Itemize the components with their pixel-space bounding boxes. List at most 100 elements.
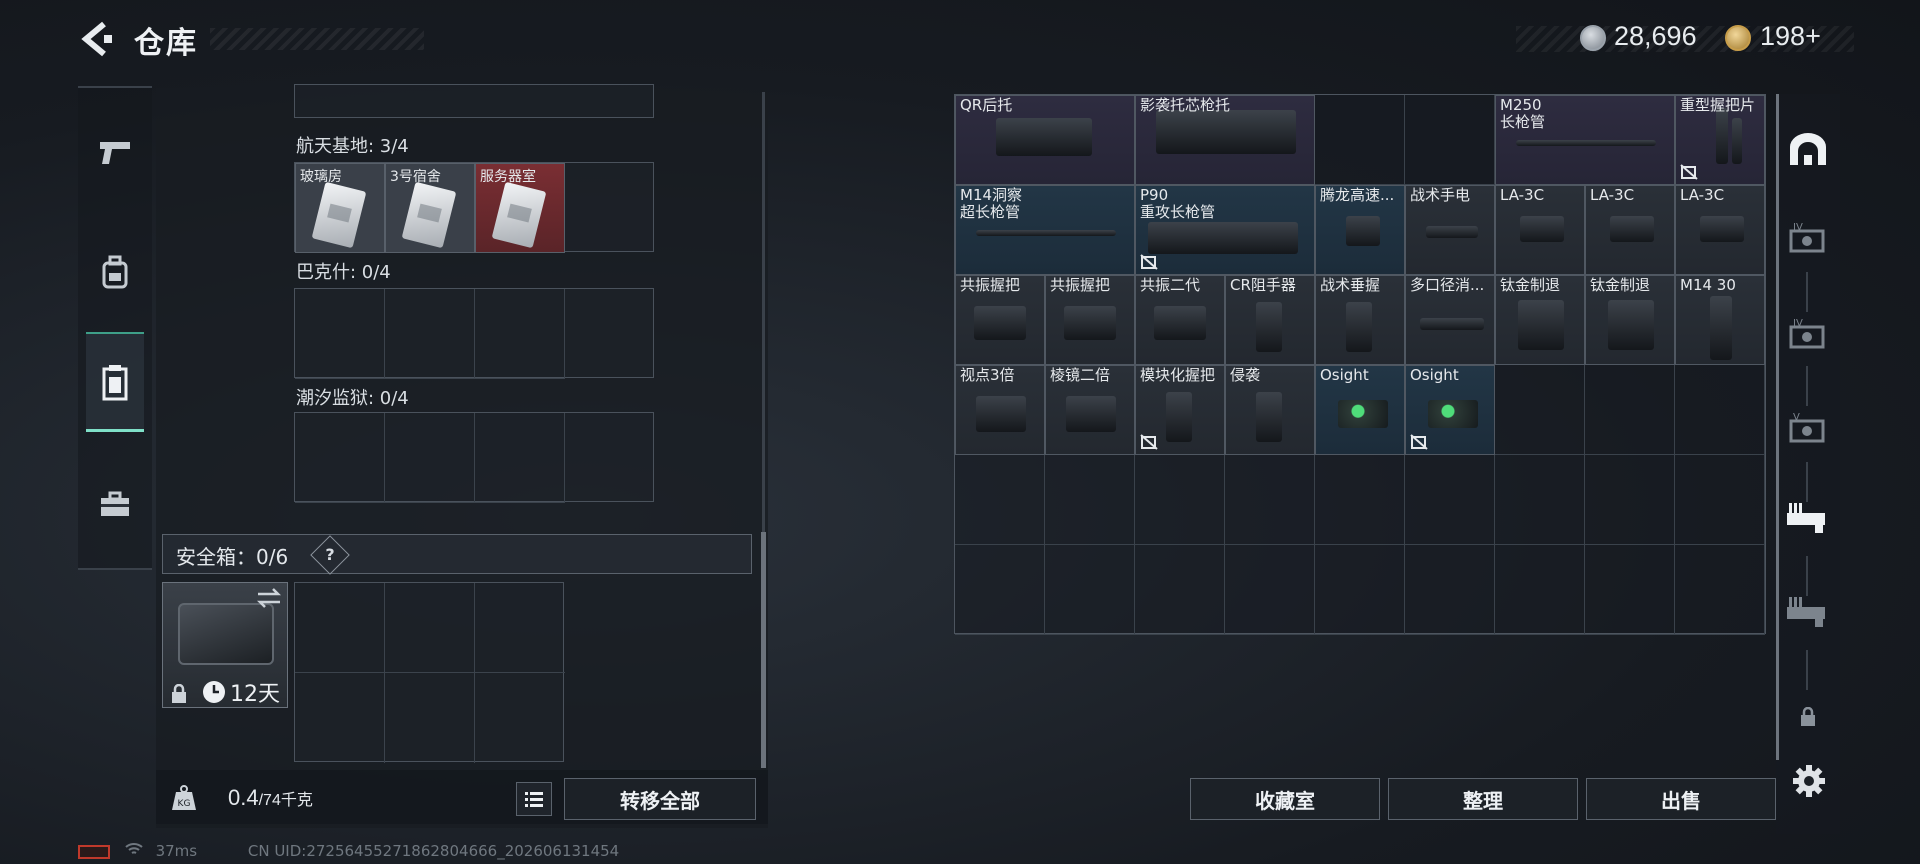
keycard-slot[interactable]: 3号宿舍 xyxy=(385,163,475,253)
tier-tab-active[interactable] xyxy=(1776,474,1840,564)
storage-cell[interactable] xyxy=(1585,545,1675,635)
empty-slot[interactable] xyxy=(385,673,475,763)
item-label: 战术垂握 xyxy=(1320,276,1381,294)
section-label-bakhsh: 巴克什: 0/4 xyxy=(296,262,391,283)
storage-item[interactable]: M250 长枪管 xyxy=(1495,95,1675,185)
storage-cell[interactable] xyxy=(1675,455,1765,545)
item-label: Osight xyxy=(1410,366,1459,384)
storage-item[interactable]: LA-3C xyxy=(1585,185,1675,275)
keycard-slot[interactable]: 玻璃房 xyxy=(295,163,385,253)
empty-slot[interactable] xyxy=(295,583,385,673)
storage-cell[interactable] xyxy=(1405,95,1495,185)
storage-item[interactable]: M14洞察 超长枪管 xyxy=(955,185,1135,275)
empty-slot[interactable] xyxy=(475,413,565,503)
item-label: 共振握把 xyxy=(1050,276,1111,294)
storage-item[interactable]: QR后托 xyxy=(955,95,1135,185)
storage-item[interactable]: 共振二代 xyxy=(1135,275,1225,365)
swap-icon[interactable] xyxy=(256,588,282,612)
empty-slot[interactable] xyxy=(295,673,385,763)
storage-item[interactable]: 共振握把 xyxy=(955,275,1045,365)
storage-cell[interactable] xyxy=(1225,545,1315,635)
item-icon xyxy=(1346,216,1380,246)
storage-cell[interactable] xyxy=(1315,455,1405,545)
storage-cell[interactable] xyxy=(1495,455,1585,545)
tier-tab[interactable]: V xyxy=(1776,384,1840,474)
empty-slot[interactable] xyxy=(295,289,385,379)
storage-cell[interactable] xyxy=(955,545,1045,635)
empty-slot[interactable] xyxy=(475,673,565,763)
storage-cell[interactable] xyxy=(1045,545,1135,635)
storage-item[interactable]: 共振握把 xyxy=(1045,275,1135,365)
storage-item[interactable]: 战术手电 xyxy=(1405,185,1495,275)
storage-cell[interactable] xyxy=(1225,455,1315,545)
storage-item[interactable]: Osight xyxy=(1405,365,1495,455)
transfer-all-button[interactable]: 转移全部 xyxy=(564,778,756,820)
storage-cell[interactable] xyxy=(1495,545,1585,635)
storage-item[interactable]: 视点3倍 xyxy=(955,365,1045,455)
storage-item[interactable]: LA-3C xyxy=(1675,185,1765,275)
storage-cell[interactable] xyxy=(1315,545,1405,635)
weapon-tab[interactable] xyxy=(86,102,144,202)
left-scrollbar-thumb[interactable] xyxy=(761,532,766,768)
backpack-tab[interactable] xyxy=(86,222,144,322)
keycard-icon xyxy=(491,181,547,249)
storage-cell[interactable] xyxy=(955,455,1045,545)
storage-cell[interactable] xyxy=(1135,455,1225,545)
empty-slot[interactable] xyxy=(475,583,565,673)
list-view-button[interactable] xyxy=(516,782,552,816)
organize-button[interactable]: 整理 xyxy=(1388,778,1578,820)
battery-icon xyxy=(78,844,110,859)
tier-tab[interactable]: IV xyxy=(1776,194,1840,284)
storage-cell[interactable] xyxy=(1585,365,1675,455)
empty-slot[interactable] xyxy=(475,289,565,379)
storage-item[interactable]: Osight xyxy=(1315,365,1405,455)
storage-item[interactable]: M14 30 xyxy=(1675,275,1765,365)
storage-cell[interactable] xyxy=(1315,95,1405,185)
storage-page-tab[interactable] xyxy=(1776,104,1840,194)
item-label: 视点3倍 xyxy=(960,366,1015,384)
storage-item[interactable]: 腾龙高速... xyxy=(1315,185,1405,275)
collection-room-button[interactable]: 收藏室 xyxy=(1190,778,1380,820)
gear-icon[interactable] xyxy=(1792,764,1826,798)
empty-slot[interactable] xyxy=(385,413,475,503)
empty-slot[interactable] xyxy=(385,289,475,379)
storage-item[interactable]: 棱镜二倍 xyxy=(1045,365,1135,455)
locked-tab[interactable] xyxy=(1776,672,1840,762)
storage-item[interactable]: P90 重攻长枪管 xyxy=(1135,185,1315,275)
storage-item[interactable]: CR阻手器 xyxy=(1225,275,1315,365)
storage-item[interactable]: 侵袭 xyxy=(1225,365,1315,455)
storage-item[interactable]: 重型握把片 xyxy=(1675,95,1765,185)
gold-plus-button[interactable]: + xyxy=(1805,21,1821,51)
storage-item[interactable]: 钛金制退 xyxy=(1495,275,1585,365)
item-icon xyxy=(1710,296,1732,360)
storage-tab[interactable] xyxy=(86,332,144,432)
storage-cell[interactable] xyxy=(1045,455,1135,545)
keycard-slot[interactable]: 服务器室 xyxy=(475,163,565,253)
gold-currency-value[interactable]: 198+ xyxy=(1760,21,1821,52)
back-arrow-icon[interactable] xyxy=(78,20,114,58)
item-label: 棱镜二倍 xyxy=(1050,366,1111,384)
tier-tab[interactable] xyxy=(1776,568,1840,658)
storage-item[interactable]: 多口径消... xyxy=(1405,275,1495,365)
storage-cell[interactable] xyxy=(1675,545,1765,635)
storage-cell[interactable] xyxy=(1405,455,1495,545)
storage-cell[interactable] xyxy=(1405,545,1495,635)
storage-cell[interactable] xyxy=(1495,365,1585,455)
empty-slot[interactable] xyxy=(385,583,475,673)
storage-cell[interactable] xyxy=(1135,545,1225,635)
storage-item[interactable]: 影袭托芯枪托 xyxy=(1135,95,1315,185)
storage-item[interactable]: LA-3C xyxy=(1495,185,1585,275)
keycard-label: 玻璃房 xyxy=(300,169,342,185)
item-icon xyxy=(1428,400,1478,428)
empty-slot[interactable] xyxy=(295,413,385,503)
right-scrollbar[interactable] xyxy=(1776,94,1779,760)
storage-item[interactable]: 钛金制退 xyxy=(1585,275,1675,365)
toolbox-tab[interactable] xyxy=(86,454,144,554)
storage-cell[interactable] xyxy=(1675,365,1765,455)
storage-cell[interactable] xyxy=(1585,455,1675,545)
item-label: LA-3C xyxy=(1680,186,1725,204)
storage-item[interactable]: 战术垂握 xyxy=(1315,275,1405,365)
tier-tab[interactable]: IV xyxy=(1776,290,1840,380)
sell-button[interactable]: 出售 xyxy=(1586,778,1776,820)
storage-item[interactable]: 模块化握把 xyxy=(1135,365,1225,455)
